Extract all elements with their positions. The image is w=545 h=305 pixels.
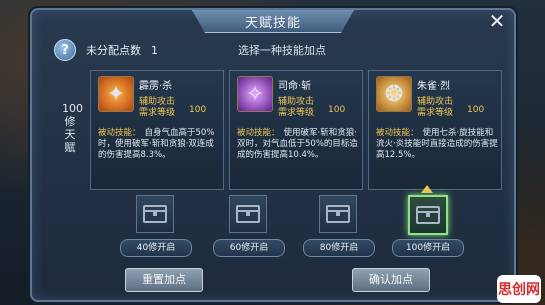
skill-card-2[interactable]: ✧ 司命·斩 辅助攻击 需求等级 100 被动技能： 使用破军·斩和贪狼·双时，对…	[229, 70, 363, 190]
skill-name: 霹雳·杀	[139, 81, 173, 92]
chest-icon	[236, 205, 260, 223]
skill-description: 被动技能： 自身气血高于50%时，使用破军·斩和贪狼·双连成的伤害提高8.3%。	[98, 128, 220, 161]
skill-name: 司命·斩	[278, 81, 312, 92]
fire-claw-icon: ✦	[98, 76, 134, 112]
skill-level-value: 100	[328, 105, 346, 115]
skill-level-value: 100	[189, 105, 207, 115]
passive-label: 被动技能：	[237, 128, 280, 138]
unassigned-points-label: 未分配点数	[86, 44, 141, 57]
site-watermark: 思创网	[497, 275, 541, 303]
dialog-title-text: 天赋技能	[244, 15, 301, 31]
dialog-title: 天赋技能	[192, 10, 354, 33]
passive-label: 被动技能：	[98, 128, 141, 138]
unlock-label: 100修开启	[392, 239, 464, 257]
unlock-slots: 40修开启 60修开启 80修开启 100修开启	[120, 185, 482, 265]
confirm-points-button[interactable]: 确认加点	[352, 268, 430, 292]
unlock-label: 80修开启	[303, 239, 375, 257]
locked-chest	[229, 195, 267, 233]
skill-level-label: 需求等级	[417, 108, 454, 118]
unlock-label: 40修开启	[120, 239, 192, 257]
info-row: ? 未分配点数 1 选择一种技能加点	[54, 38, 494, 62]
talent-skill-dialog: 天赋技能 ✕ ? 未分配点数 1 选择一种技能加点 100修天赋 ✦ 霹雳·杀 …	[30, 8, 516, 302]
chest-icon	[416, 206, 440, 224]
locked-chest	[319, 195, 357, 233]
skill-cards: ✦ 霹雳·杀 辅助攻击 需求等级 100 被动技能： 自身气血高于50%时，使用破…	[90, 70, 502, 190]
golden-phoenix-icon: ❂	[376, 76, 412, 112]
skill-description: 被动技能： 使用七杀·旋技能和流火·炎技能时直接造成的伤害提高12.5%。	[376, 128, 498, 161]
active-chest	[408, 195, 448, 235]
passive-label: 被动技能：	[376, 128, 419, 138]
chest-icon	[143, 205, 167, 223]
unlock-slot-80[interactable]: 80修开启	[303, 195, 375, 261]
unlock-label: 60修开启	[213, 239, 285, 257]
purple-blade-icon: ✧	[237, 76, 273, 112]
skill-description: 被动技能： 使用破军·斩和贪狼·双时，对气血低于50%的目标造成的伤害提高10.4…	[237, 128, 359, 161]
tier-label: 100修天赋	[62, 102, 83, 154]
selected-marker-icon	[421, 185, 433, 193]
locked-chest	[136, 195, 174, 233]
skill-level-label: 需求等级	[139, 108, 176, 118]
close-icon[interactable]: ✕	[488, 11, 506, 31]
skill-card-3[interactable]: ❂ 朱雀·烈 辅助攻击 需求等级 100 被动技能： 使用七杀·旋技能和流火·炎技…	[368, 70, 502, 190]
unlock-slot-60[interactable]: 60修开启	[213, 195, 285, 261]
unlock-slot-40[interactable]: 40修开启	[120, 195, 192, 261]
skill-level-label: 需求等级	[278, 108, 315, 118]
chest-icon	[326, 205, 350, 223]
skill-card-1[interactable]: ✦ 霹雳·杀 辅助攻击 需求等级 100 被动技能： 自身气血高于50%时，使用破…	[90, 70, 224, 190]
skill-name: 朱雀·烈	[417, 81, 451, 92]
reset-points-button[interactable]: 重置加点	[125, 268, 203, 292]
skill-level-value: 100	[467, 105, 485, 115]
unassigned-points-value: 1	[151, 43, 158, 57]
instruction-hint: 选择一种技能加点	[238, 44, 326, 57]
unlock-slot-100[interactable]: 100修开启	[392, 185, 464, 261]
help-icon[interactable]: ?	[54, 39, 76, 61]
